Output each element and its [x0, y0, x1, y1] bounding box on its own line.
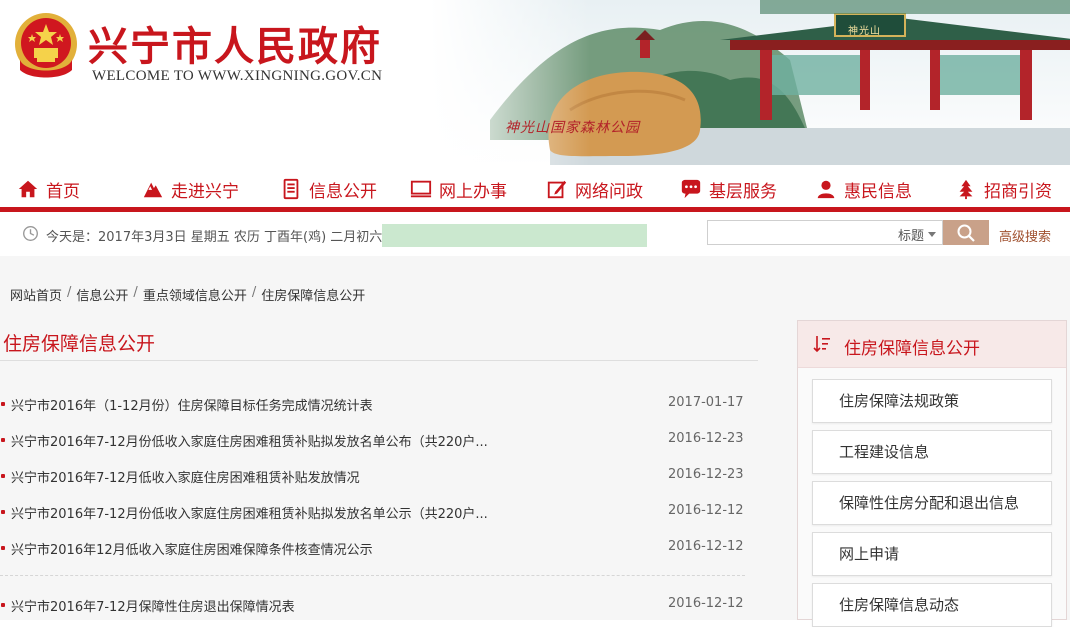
category-sidebar: 住房保障信息公开 住房保障法规政策 工程建设信息 保障性住房分配和退出信息 网上…: [797, 320, 1067, 627]
news-title[interactable]: 兴宁市2016年7-12月低收入家庭住房困难租赁补贴发放情况: [11, 467, 360, 486]
nav-item-public-welfare[interactable]: 惠民信息: [815, 177, 912, 202]
news-date: 2016-12-23: [668, 467, 744, 482]
list-item[interactable]: 兴宁市2016年7-12月份低收入家庭住房困难租赁补贴拟发放名单公示（共220户…: [0, 502, 758, 522]
list-item[interactable]: 兴宁市2016年12月低收入家庭住房困难保障条件核查情况公示 2016-12-1…: [0, 538, 758, 558]
clock-icon: [23, 226, 38, 241]
nav-item-label: 网上办事: [439, 181, 507, 202]
news-date: 2016-12-12: [668, 539, 744, 554]
news-title[interactable]: 兴宁市2016年12月低收入家庭住房困难保障条件核查情况公示: [11, 539, 373, 558]
news-date: 2016-12-12: [668, 596, 744, 611]
bullet-icon: [1, 474, 5, 478]
sidebar-title: 住房保障信息公开: [844, 339, 980, 359]
nav-item-online-inquiry[interactable]: 网络问政: [546, 177, 643, 202]
nav-item-label: 首页: [46, 181, 80, 202]
news-title[interactable]: 兴宁市2016年7-12月份低收入家庭住房困难租赁补贴拟发放名单公布（共220户…: [11, 431, 488, 450]
bullet-icon: [1, 546, 5, 550]
bullet-icon: [1, 510, 5, 514]
nav-item-label: 惠民信息: [844, 181, 912, 202]
site-title: 兴宁市人民政府: [88, 23, 382, 70]
chat-icon: [681, 179, 701, 199]
news-date: 2016-12-12: [668, 503, 744, 518]
nav-item-label: 基层服务: [709, 181, 777, 202]
search-button[interactable]: [943, 220, 989, 245]
banner-gate-plaque: 神光山: [848, 26, 881, 37]
breadcrumb-info-disclosure[interactable]: 信息公开: [76, 285, 128, 304]
list-item[interactable]: 兴宁市2016年（1-12月份）住房保障目标任务完成情况统计表 2017-01-…: [0, 394, 758, 414]
monitor-icon: [410, 180, 432, 198]
nav-item-label: 网络问政: [575, 181, 643, 202]
sidebar-item-construction[interactable]: 工程建设信息: [812, 430, 1052, 474]
site-banner: 兴宁市人民政府 WELCOME TO WWW.XINGNING.GOV.CN 神…: [0, 0, 1070, 165]
breadcrumb-key-areas[interactable]: 重点领域信息公开: [143, 285, 247, 304]
edit-icon: [547, 180, 567, 199]
sort-down-icon: [813, 336, 830, 353]
sidebar-header: 住房保障信息公开: [798, 321, 1066, 368]
content-area: 网站首页 / 信息公开 / 重点领域信息公开 / 住房保障信息公开 住房保障信息…: [0, 256, 1070, 627]
nav-item-investment[interactable]: 招商引资: [955, 177, 1052, 202]
banner-scenery-image: [430, 0, 1070, 165]
nav-item-label: 走进兴宁: [171, 181, 239, 202]
search-scope-label: 标题: [898, 229, 925, 244]
nav-item-online-services[interactable]: 网上办事: [410, 177, 507, 202]
banner-park-label: 神光山国家森林公园: [505, 120, 640, 136]
news-title[interactable]: 兴宁市2016年7-12月保障性住房退出保障情况表: [11, 596, 295, 615]
current-date-text: 今天是：2017年3月3日 星期五 农历 丁酉年(鸡) 二月初六: [46, 230, 383, 245]
national-emblem-icon: [15, 13, 77, 78]
nav-item-home[interactable]: 首页: [17, 177, 80, 202]
search-input[interactable]: [712, 223, 892, 243]
breadcrumb-separator: /: [133, 285, 138, 300]
list-item[interactable]: 兴宁市2016年7-12月保障性住房退出保障情况表 2016-12-12: [0, 595, 758, 615]
mountain-icon: [143, 182, 163, 198]
bullet-icon: [1, 438, 5, 442]
user-icon: [817, 180, 835, 199]
news-title[interactable]: 兴宁市2016年（1-12月份）住房保障目标任务完成情况统计表: [11, 395, 373, 414]
list-item[interactable]: 兴宁市2016年7-12月低收入家庭住房困难租赁补贴发放情况 2016-12-2…: [0, 466, 758, 486]
news-date: 2017-01-17: [668, 395, 744, 410]
breadcrumb-current[interactable]: 住房保障信息公开: [261, 285, 365, 304]
search-scope-select[interactable]: 标题: [898, 225, 937, 244]
nav-item-info-disclosure[interactable]: 信息公开: [280, 177, 377, 202]
home-icon: [18, 180, 38, 198]
chevron-down-icon: [928, 232, 937, 237]
main-nav: 首页 走进兴宁 信息公开 网上办事 网络问政 基层服务 惠民信息 招商引资: [0, 165, 1070, 211]
nav-item-label: 招商引资: [984, 181, 1052, 202]
nav-item-grassroots-services[interactable]: 基层服务: [680, 177, 777, 202]
list-group-divider: [0, 575, 745, 576]
list-item[interactable]: 兴宁市2016年7-12月份低收入家庭住房困难租赁补贴拟发放名单公布（共220户…: [0, 430, 758, 450]
page-title: 住房保障信息公开: [3, 333, 156, 355]
bullet-icon: [1, 402, 5, 406]
news-title[interactable]: 兴宁市2016年7-12月份低收入家庭住房困难租赁补贴拟发放名单公示（共220户…: [11, 503, 488, 522]
nav-item-about[interactable]: 走进兴宁: [142, 177, 239, 202]
breadcrumb-home[interactable]: 网站首页: [10, 285, 62, 304]
title-divider: [0, 360, 758, 361]
tree-icon: [959, 179, 973, 200]
search-icon: [957, 224, 975, 242]
breadcrumb-separator: /: [251, 285, 257, 300]
sidebar-item-news[interactable]: 住房保障信息动态: [812, 583, 1052, 627]
nav-item-label: 信息公开: [309, 181, 377, 202]
sidebar-item-online-apply[interactable]: 网上申请: [812, 532, 1052, 576]
sidebar-item-allocation[interactable]: 保障性住房分配和退出信息: [812, 481, 1052, 525]
weather-placeholder: [382, 224, 647, 247]
search-box: 标题: [707, 220, 943, 245]
document-icon: [283, 178, 299, 200]
bullet-icon: [1, 603, 5, 607]
sidebar-item-policy[interactable]: 住房保障法规政策: [812, 379, 1052, 423]
site-subtitle: WELCOME TO WWW.XINGNING.GOV.CN: [92, 68, 383, 84]
info-bar: 今天是：2017年3月3日 星期五 农历 丁酉年(鸡) 二月初六 标题 高级搜索: [0, 212, 1070, 256]
breadcrumb: 网站首页 / 信息公开 / 重点领域信息公开 / 住房保障信息公开: [10, 285, 365, 304]
news-date: 2016-12-23: [668, 431, 744, 446]
advanced-search-link[interactable]: 高级搜索: [999, 226, 1051, 245]
breadcrumb-separator: /: [67, 285, 72, 300]
